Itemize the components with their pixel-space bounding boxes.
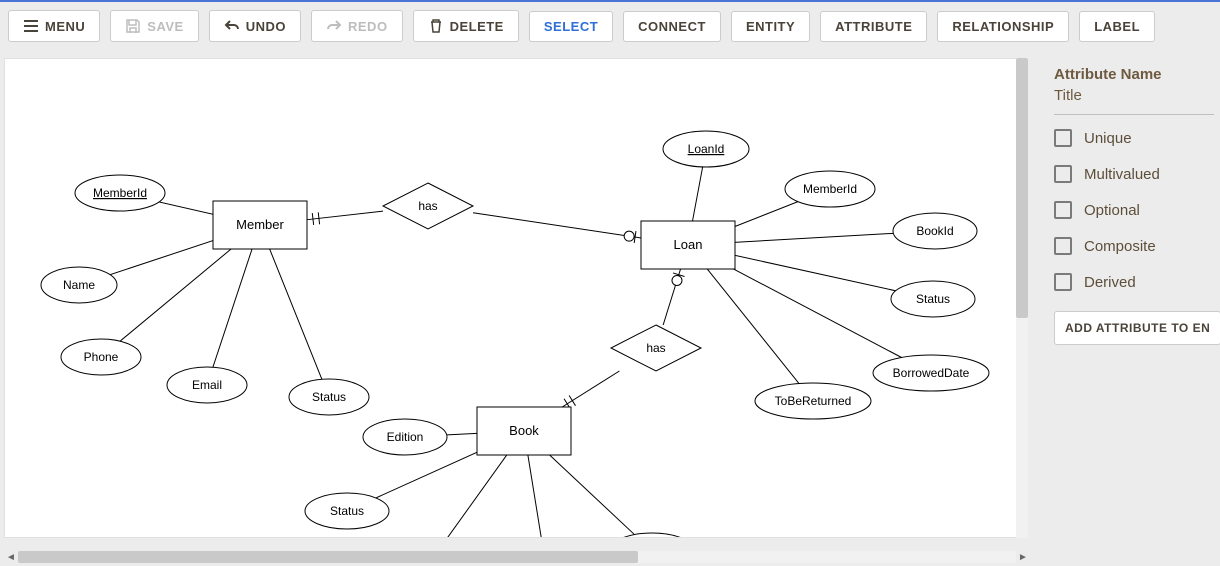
attribute-label: Name bbox=[63, 278, 95, 292]
undo-button[interactable]: UNDO bbox=[209, 10, 301, 42]
checkbox-icon bbox=[1054, 273, 1072, 291]
checkbox-label: Derived bbox=[1084, 274, 1136, 291]
checkbox-icon bbox=[1054, 165, 1072, 183]
attribute-label: BorrowedDate bbox=[893, 366, 970, 380]
checkbox-optional[interactable]: Optional bbox=[1054, 201, 1214, 219]
checkbox-derived[interactable]: Derived bbox=[1054, 273, 1214, 291]
attribute-label: ToBeReturned bbox=[775, 394, 852, 408]
select-button[interactable]: SELECT bbox=[529, 11, 613, 42]
attribute-label: Edition bbox=[387, 430, 424, 444]
save-button[interactable]: SAVE bbox=[110, 10, 198, 42]
checkbox-multivalued[interactable]: Multivalued bbox=[1054, 165, 1214, 183]
checkbox-label: Multivalued bbox=[1084, 166, 1160, 183]
undo-icon bbox=[224, 18, 240, 34]
checkbox-icon bbox=[1054, 129, 1072, 147]
attribute-label: Status bbox=[312, 390, 346, 404]
attribute-label: Status bbox=[916, 292, 950, 306]
attribute-label: LoanId bbox=[688, 142, 725, 156]
attribute-button[interactable]: ATTRIBUTE bbox=[820, 11, 927, 42]
redo-icon bbox=[326, 18, 342, 34]
vertical-scrollbar[interactable] bbox=[1016, 58, 1028, 538]
label-button[interactable]: LABEL bbox=[1079, 11, 1155, 42]
trash-icon bbox=[428, 18, 444, 34]
horizontal-scrollbar[interactable]: ◄ ► bbox=[4, 550, 1030, 564]
redo-button[interactable]: REDO bbox=[311, 10, 403, 42]
checkbox-label: Unique bbox=[1084, 130, 1132, 147]
entity-label: Book bbox=[509, 423, 539, 438]
canvas-area: Member Loan Book has has MemberId Name Phone Ema… bbox=[0, 50, 1030, 566]
toolbar: MENU SAVE UNDO REDO DELETE SELECT CONNEC… bbox=[0, 2, 1220, 50]
delete-button[interactable]: DELETE bbox=[413, 10, 519, 42]
properties-panel: Attribute Name Title Unique Multivalued Op… bbox=[1040, 50, 1220, 566]
attribute-name-value[interactable]: Title bbox=[1054, 87, 1214, 104]
checkbox-unique[interactable]: Unique bbox=[1054, 129, 1214, 147]
scroll-right-icon[interactable]: ► bbox=[1016, 550, 1030, 564]
relationship-label: has bbox=[646, 341, 665, 355]
scroll-left-icon[interactable]: ◄ bbox=[4, 550, 18, 564]
checkbox-composite[interactable]: Composite bbox=[1054, 237, 1214, 255]
checkbox-icon bbox=[1054, 237, 1072, 255]
hamburger-icon bbox=[23, 18, 39, 34]
attribute-label: Email bbox=[192, 378, 222, 392]
entity-label: Loan bbox=[674, 237, 703, 252]
checkbox-label: Optional bbox=[1084, 202, 1140, 219]
attribute-ellipse[interactable] bbox=[609, 533, 695, 538]
attribute-label: Phone bbox=[84, 350, 119, 364]
panel-title: Attribute Name bbox=[1054, 66, 1214, 83]
save-icon bbox=[125, 18, 141, 34]
add-attribute-button[interactable]: ADD ATTRIBUTE TO EN bbox=[1054, 311, 1220, 345]
relationship-button[interactable]: RELATIONSHIP bbox=[937, 11, 1069, 42]
checkbox-label: Composite bbox=[1084, 238, 1156, 255]
attribute-label: BookId bbox=[916, 224, 953, 238]
menu-button[interactable]: MENU bbox=[8, 10, 100, 42]
attribute-label: MemberId bbox=[803, 182, 857, 196]
relationship-label: has bbox=[418, 199, 437, 213]
entity-button[interactable]: ENTITY bbox=[731, 11, 810, 42]
entity-label: Member bbox=[236, 217, 284, 232]
diagram-canvas[interactable]: Member Loan Book has has MemberId Name Phone Ema… bbox=[4, 58, 1020, 538]
attribute-label: Status bbox=[330, 504, 364, 518]
attribute-label: MemberId bbox=[93, 186, 147, 200]
connect-button[interactable]: CONNECT bbox=[623, 11, 721, 42]
checkbox-icon bbox=[1054, 201, 1072, 219]
